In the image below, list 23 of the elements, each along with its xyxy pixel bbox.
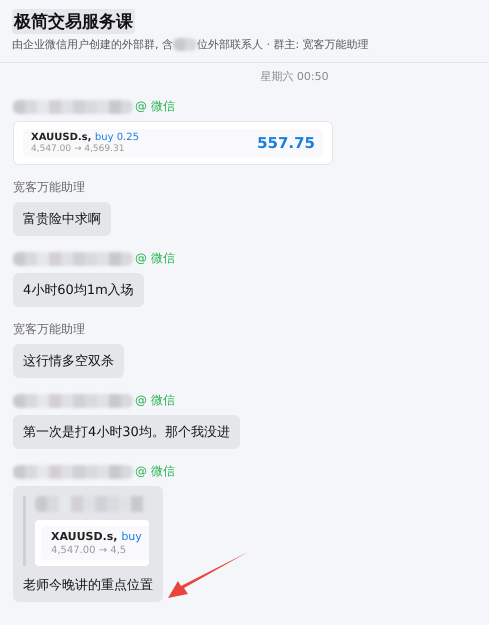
wechat-tag: @ 微信 [135, 463, 175, 480]
message-text: 老师今晚讲的重点位置 [23, 577, 153, 594]
trade-card[interactable]: XAUUSD.s, buy 0.25 4,547.00 → 4,569.31 557.75 [13, 121, 333, 165]
trade-symbol: XAUUSD.s, buy 0.25 [31, 132, 139, 143]
trade-profit: 557.75 [257, 134, 315, 152]
trade-card[interactable]: XAUUSD.s, buy 4,547.00 → 4,5 [35, 520, 149, 566]
wechat-tag: @ 微信 [135, 392, 175, 409]
trade-prices: 4,547.00 → 4,5 [51, 545, 128, 556]
group-info: 由企业微信用户创建的外部群, 含 [12, 37, 173, 52]
timestamp: 星期六 00:50 [260, 69, 329, 84]
message-bubble: 富贵险中求啊 [13, 202, 111, 236]
message-bubble: 第一次是打4小时30均。那个我没进 [13, 415, 240, 449]
redacted-name [173, 38, 197, 51]
wechat-tag: @ 微信 [135, 250, 175, 267]
trade-prices: 4,547.00 → 4,569.31 [31, 144, 126, 154]
message-bubble: 这行情多空双杀 [13, 344, 124, 378]
wechat-tag: @ 微信 [135, 98, 175, 115]
sender-name: 宽客万能助理 [13, 179, 85, 196]
chat-title: 极简交易服务课 [12, 9, 135, 34]
sender-name: 宽客万能助理 [13, 321, 85, 338]
group-info: 位外部联系人 · 群主: 宽客万能助理 [197, 37, 369, 52]
message-bubble: 4小时60均1m入场 [13, 273, 144, 307]
trade-symbol: XAUUSD.s, buy [51, 530, 143, 543]
